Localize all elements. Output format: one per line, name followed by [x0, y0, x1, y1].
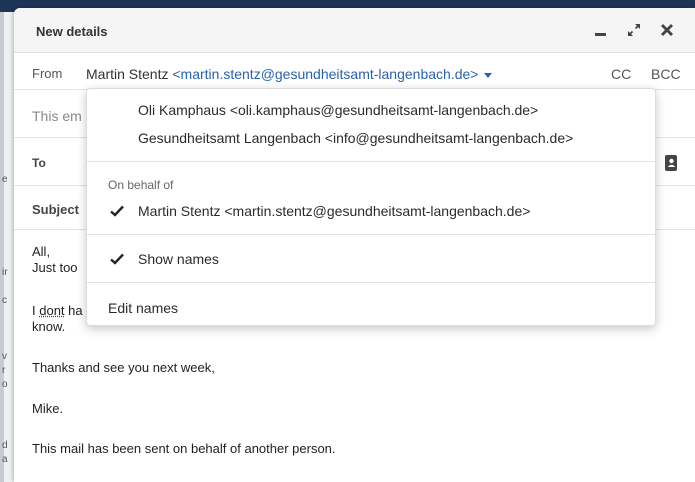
address-book-icon[interactable] [664, 155, 678, 171]
subject-label: Subject [32, 202, 79, 217]
check-icon [110, 205, 124, 217]
dropdown-item-address[interactable]: Gesundheitsamt Langenbach <info@gesundhe… [87, 125, 655, 151]
dropdown-item-show-names[interactable]: Show names [87, 246, 655, 272]
dropdown-divider [87, 161, 655, 162]
misspelled-word[interactable]: dont [39, 303, 64, 318]
edge-text-fragment: e [2, 174, 8, 185]
edge-text-fragment: o [2, 379, 8, 390]
from-email: <martin.stentz@gesundheitsamt-langenbach… [172, 66, 479, 82]
dropdown-item-edit-names[interactable]: Edit names [87, 295, 655, 321]
bcc-button[interactable]: BCC [651, 66, 681, 82]
body-line: I dont ha [32, 303, 83, 318]
app-background-edge [0, 12, 4, 482]
check-icon [110, 253, 124, 265]
body-line: Mike. [32, 401, 64, 416]
from-label: From [32, 66, 63, 81]
dialog-header: New details [14, 8, 695, 53]
body-line: This mail has been sent on behalf of ano… [32, 441, 336, 456]
dialog-title: New details [36, 24, 108, 39]
dropdown-item-on-behalf[interactable]: Martin Stentz <martin.stentz@gesundheits… [87, 198, 655, 224]
dropdown-item-address[interactable]: Oli Kamphaus <oli.kamphaus@gesundheitsam… [87, 97, 655, 123]
close-icon[interactable] [657, 20, 677, 40]
body-line: know. [32, 319, 66, 334]
edge-text-fragment: r [2, 365, 6, 376]
edge-text-fragment: d [2, 440, 8, 451]
to-label: To [32, 156, 46, 170]
chevron-down-icon [484, 72, 493, 78]
body-line: Just too [32, 260, 78, 275]
edge-text-fragment: c [2, 295, 7, 306]
minimize-icon[interactable] [592, 20, 612, 40]
edge-text-fragment: a [2, 454, 8, 465]
expand-icon[interactable] [624, 20, 644, 40]
info-row-text: This em [32, 108, 82, 124]
from-selector[interactable]: Martin Stentz <martin.stentz@gesundheits… [86, 66, 493, 82]
dropdown-divider [87, 234, 655, 235]
edge-text-fragment: v [2, 351, 7, 362]
from-dropdown-menu: Oli Kamphaus <oli.kamphaus@gesundheitsam… [86, 88, 656, 326]
from-name: Martin Stentz [86, 66, 169, 82]
cc-button[interactable]: CC [611, 66, 631, 82]
edge-text-fragment: ir [2, 267, 8, 278]
body-line: Thanks and see you next week, [32, 360, 215, 375]
body-line: All, [32, 244, 51, 259]
on-behalf-header: On behalf of [108, 178, 174, 192]
dropdown-divider [87, 282, 655, 283]
